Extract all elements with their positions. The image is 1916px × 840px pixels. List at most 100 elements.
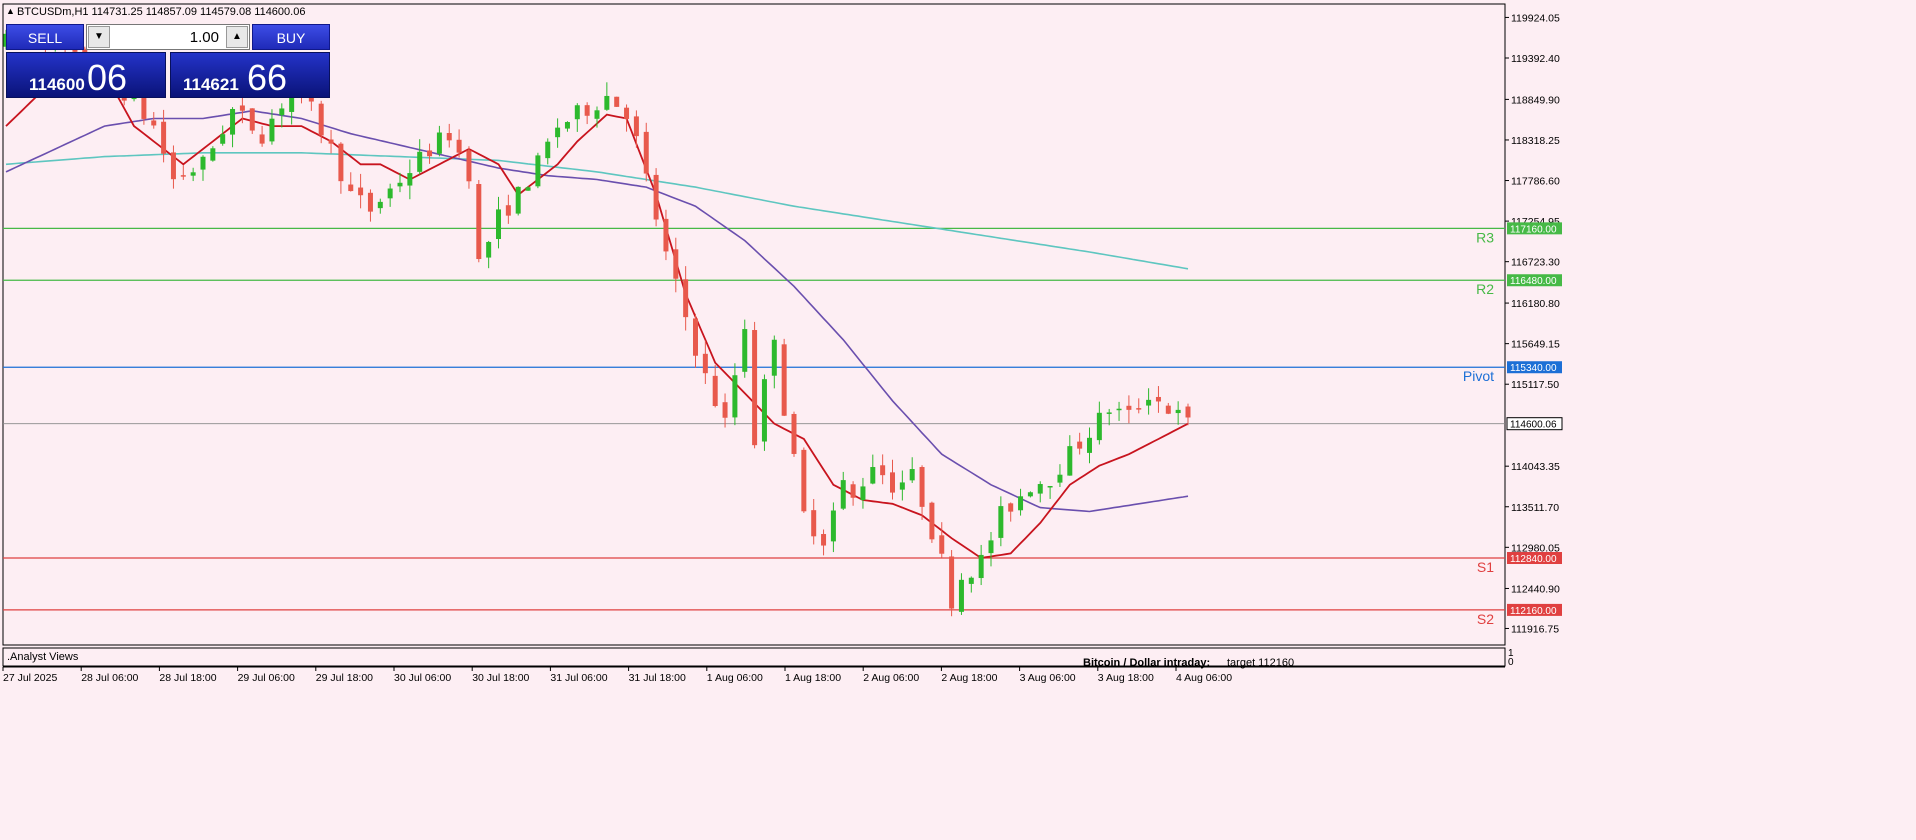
candle: [1067, 435, 1073, 476]
level-price-label: 112160.00: [1510, 606, 1557, 617]
x-tick-label: 27 Jul 2025: [3, 672, 57, 684]
candle: [830, 502, 836, 553]
candle: [1106, 408, 1112, 426]
y-tick-label: 116180.80: [1511, 298, 1560, 310]
candle: [643, 122, 649, 182]
candle: [1155, 386, 1161, 413]
lot-size-field[interactable]: ▼ ▲: [86, 24, 250, 51]
candle: [249, 108, 255, 134]
candle: [949, 550, 955, 617]
candle: [230, 107, 236, 148]
subwindow-axis-bottom: 0: [1508, 657, 1514, 668]
candle: [377, 198, 383, 214]
candle: [486, 240, 492, 269]
candle: [712, 364, 718, 408]
y-tick-label: 111916.75: [1511, 623, 1559, 635]
candle: [880, 454, 886, 485]
y-tick-label: 116723.30: [1511, 257, 1560, 269]
x-tick-label: 28 Jul 06:00: [81, 672, 138, 684]
candle: [545, 138, 551, 165]
candle: [220, 125, 226, 146]
candle: [663, 209, 669, 261]
price-chart[interactable]: R3 R2 Pivot S1 S2 119924.05 119392.40 118849.9…: [0, 0, 1916, 840]
candle: [338, 142, 344, 194]
level-name-r2: R2: [1476, 281, 1494, 297]
candle: [466, 146, 472, 189]
level-price-label: 116480.00: [1510, 276, 1557, 287]
candle: [939, 522, 945, 558]
x-tick-label: 1 Aug 06:00: [707, 672, 763, 684]
x-tick-label: 3 Aug 18:00: [1098, 672, 1154, 684]
candle: [1077, 432, 1083, 455]
sell-quote[interactable]: 114600 06: [6, 52, 166, 98]
candle: [476, 180, 482, 263]
candle: [190, 167, 196, 182]
candle: [909, 457, 915, 483]
trade-panel: SELL ▼ ▲ BUY 114600 06 114621 66: [6, 24, 330, 98]
y-tick-label: 117786.60: [1511, 176, 1560, 188]
y-tick-label: 115117.50: [1511, 379, 1559, 391]
candle: [446, 123, 452, 148]
ma-fast-line: [5, 56, 1189, 559]
candle: [683, 266, 689, 331]
candle: [811, 498, 817, 545]
candle: [417, 139, 423, 175]
candle: [1047, 485, 1053, 499]
sell-button[interactable]: SELL: [6, 24, 84, 50]
candle: [1087, 427, 1092, 464]
candle: [791, 411, 797, 457]
candle: [771, 335, 777, 389]
current-price-label: 114600.06: [1510, 420, 1557, 431]
level-name-s2: S2: [1477, 611, 1494, 627]
candle: [742, 319, 748, 378]
x-tick-label: 3 Aug 06:00: [1020, 672, 1076, 684]
candle: [259, 125, 265, 147]
buy-button[interactable]: BUY: [252, 24, 330, 50]
candle: [821, 529, 827, 556]
candle: [564, 121, 570, 132]
annotation-text: target 112160: [1227, 657, 1294, 669]
candle: [958, 573, 964, 615]
candle: [761, 374, 767, 451]
y-tick-label: 112440.90: [1511, 583, 1560, 595]
candle: [1165, 402, 1171, 415]
candle: [584, 102, 590, 125]
candle: [968, 576, 974, 593]
buy-price-pips: 66: [247, 57, 288, 98]
y-tick-label: 118318.25: [1511, 135, 1560, 147]
x-tick-label: 2 Aug 06:00: [863, 672, 919, 684]
candle: [1008, 502, 1014, 522]
x-tick-label: 1 Aug 18:00: [785, 672, 841, 684]
candle: [535, 152, 541, 189]
candle: [732, 363, 738, 426]
moving-averages: [5, 56, 1189, 559]
level-name-s1: S1: [1477, 559, 1494, 575]
candle: [673, 237, 679, 293]
candle: [633, 110, 639, 148]
lot-input[interactable]: [117, 25, 221, 51]
candle: [210, 146, 216, 162]
candle: [978, 544, 984, 586]
level-name-pivot: Pivot: [1463, 368, 1494, 384]
x-tick-label: 28 Jul 18:00: [159, 672, 216, 684]
lot-decrease-icon[interactable]: ▼: [88, 26, 110, 48]
x-tick-label: 2 Aug 18:00: [941, 672, 997, 684]
candle: [151, 112, 157, 129]
annotation-title: Bitcoin / Dollar intraday:: [1083, 657, 1210, 669]
candle: [515, 186, 521, 216]
candle: [555, 118, 561, 148]
candle: [988, 531, 994, 567]
buy-quote[interactable]: 114621 66: [170, 52, 330, 98]
y-tick-label: 119392.40: [1511, 53, 1560, 65]
x-tick-label: 4 Aug 06:00: [1176, 672, 1232, 684]
plot-area[interactable]: [2, 3, 1506, 646]
candle: [427, 143, 433, 164]
x-tick-label: 31 Jul 06:00: [550, 672, 607, 684]
candle: [702, 340, 708, 385]
candle: [998, 496, 1004, 547]
candle: [407, 159, 413, 200]
candle: [722, 393, 728, 428]
candle: [752, 321, 758, 449]
lot-increase-icon[interactable]: ▲: [226, 26, 248, 48]
candle: [1126, 395, 1132, 424]
